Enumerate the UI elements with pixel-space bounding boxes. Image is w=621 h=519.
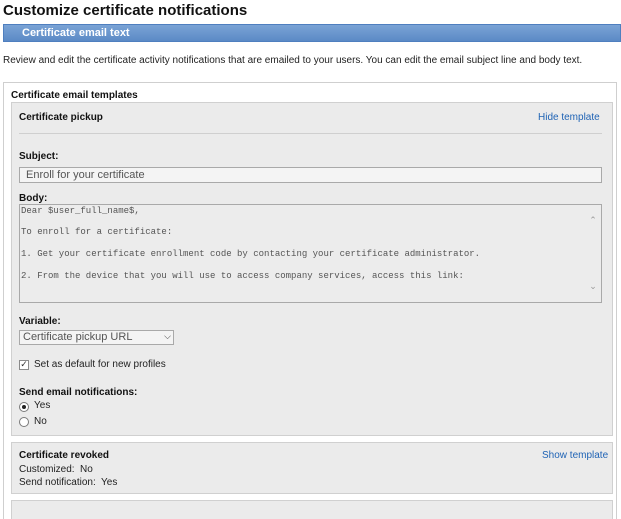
body-line: Dear $user_full_name$,	[21, 206, 140, 216]
certificate-pickup-card: Certificate pickup Hide template Subject…	[11, 102, 613, 436]
certificate-revoked-title: Certificate revoked	[19, 450, 110, 461]
body-textarea[interactable]: Dear $user_full_name$, To enroll for a c…	[19, 204, 602, 303]
next-template-card	[11, 500, 613, 519]
send-notifications-label: Send email notifications:	[19, 387, 138, 398]
send-notification-value: Yes	[101, 477, 118, 488]
send-no-label: No	[34, 416, 47, 427]
subject-label: Subject:	[19, 151, 59, 162]
send-no-radio[interactable]	[19, 417, 29, 427]
section-header-certificate-email-text: Certificate email text	[3, 24, 621, 42]
send-notification-label: Send notification:	[19, 477, 96, 488]
hide-template-link[interactable]: Hide template	[538, 112, 600, 123]
certificate-revoked-card: Certificate revoked Show template Custom…	[11, 442, 613, 494]
body-line: To enroll for a certificate:	[21, 227, 173, 237]
variable-select-value: Certificate pickup URL	[23, 331, 133, 343]
chevron-down-icon: ⌵	[164, 332, 171, 342]
send-yes-radio[interactable]	[19, 402, 29, 412]
default-checkbox-label: Set as default for new profiles	[34, 359, 166, 370]
card-divider	[19, 133, 602, 134]
variable-select[interactable]: Certificate pickup URL ⌵	[19, 330, 174, 345]
default-checkbox[interactable]: ✓	[19, 360, 29, 370]
checkmark-icon: ✓	[20, 360, 28, 370]
customized-label: Customized:	[19, 464, 75, 475]
chevron-down-icon[interactable]: ⌄	[588, 283, 598, 292]
show-template-link[interactable]: Show template	[542, 450, 608, 461]
subject-input[interactable]: Enroll for your certificate	[19, 167, 602, 183]
page-title: Customize certificate notifications	[3, 2, 248, 19]
chevron-up-icon[interactable]: ⌃	[588, 217, 598, 226]
body-line: 2. From the device that you will use to …	[21, 271, 464, 281]
intro-text: Review and edit the certificate activity…	[3, 55, 583, 66]
certificate-pickup-title: Certificate pickup	[19, 112, 103, 123]
body-line: 1. Get your certificate enrollment code …	[21, 249, 481, 259]
variable-label: Variable:	[19, 316, 61, 327]
customized-value: No	[80, 464, 93, 475]
body-label: Body:	[19, 193, 48, 204]
templates-heading: Certificate email templates	[11, 90, 138, 101]
send-yes-label: Yes	[34, 400, 51, 411]
